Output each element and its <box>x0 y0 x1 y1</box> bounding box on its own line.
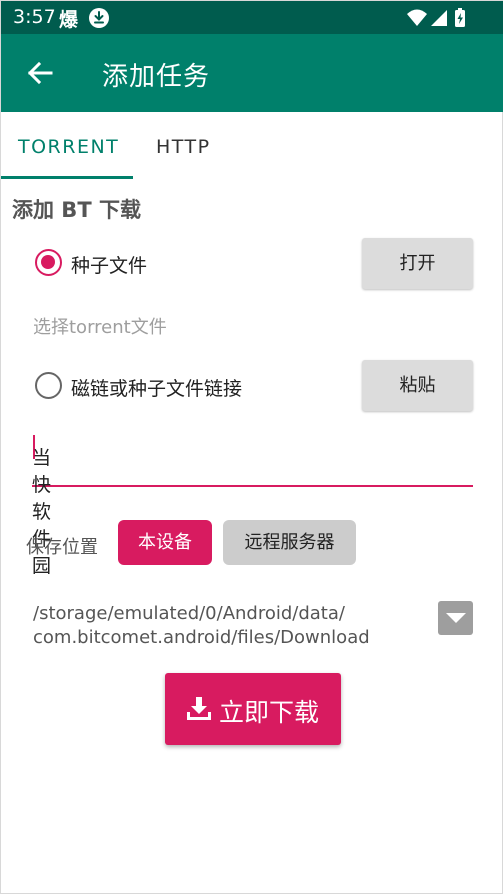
app-bar: 添加任务 <box>1 34 503 112</box>
tab-http[interactable]: HTTP <box>156 136 211 158</box>
open-button[interactable]: 打开 <box>362 238 473 289</box>
download-icon <box>89 8 109 28</box>
radio-magnet-link[interactable] <box>35 372 62 399</box>
radio-torrent-file[interactable] <box>35 249 62 276</box>
notification-icon: 爆 <box>59 9 79 31</box>
save-path: /storage/emulated/0/Android/data/ com.bi… <box>33 602 370 650</box>
torrent-file-hint: 选择torrent文件 <box>33 317 167 338</box>
page-title: 添加任务 <box>102 62 211 92</box>
download-now-label: 立即下载 <box>219 698 320 727</box>
save-path-line1: /storage/emulated/0/Android/data/ <box>33 603 345 624</box>
wifi-icon <box>407 9 427 26</box>
signal-icon <box>431 10 447 26</box>
remote-server-button[interactable]: 远程服务器 <box>223 520 356 565</box>
arrow-left-icon <box>27 61 53 85</box>
status-time: 3:57 <box>13 6 56 28</box>
radio-magnet-link-label[interactable]: 磁链或种子文件链接 <box>71 374 242 401</box>
radio-torrent-file-label[interactable]: 种子文件 <box>71 251 147 278</box>
paste-button[interactable]: 粘贴 <box>362 360 473 411</box>
section-title: 添加 BT 下载 <box>12 198 141 222</box>
system-icons <box>406 7 468 33</box>
battery-icon <box>455 8 465 27</box>
tab-indicator <box>1 176 133 179</box>
download-now-button[interactable]: 立即下载 <box>165 673 341 745</box>
tab-bar: TORRENT HTTP <box>1 112 503 180</box>
back-button[interactable] <box>23 56 57 90</box>
path-dropdown-button[interactable] <box>438 601 473 635</box>
save-location-label: 保存位置 <box>26 537 98 558</box>
status-bar: 3:57 爆 <box>1 1 503 34</box>
local-device-button[interactable]: 本设备 <box>118 520 212 565</box>
save-path-line2: com.bitcomet.android/files/Download <box>33 627 370 648</box>
download-tray-icon <box>185 695 213 727</box>
tab-torrent[interactable]: TORRENT <box>18 136 119 158</box>
link-input[interactable]: 当快软件园 <box>32 427 473 577</box>
